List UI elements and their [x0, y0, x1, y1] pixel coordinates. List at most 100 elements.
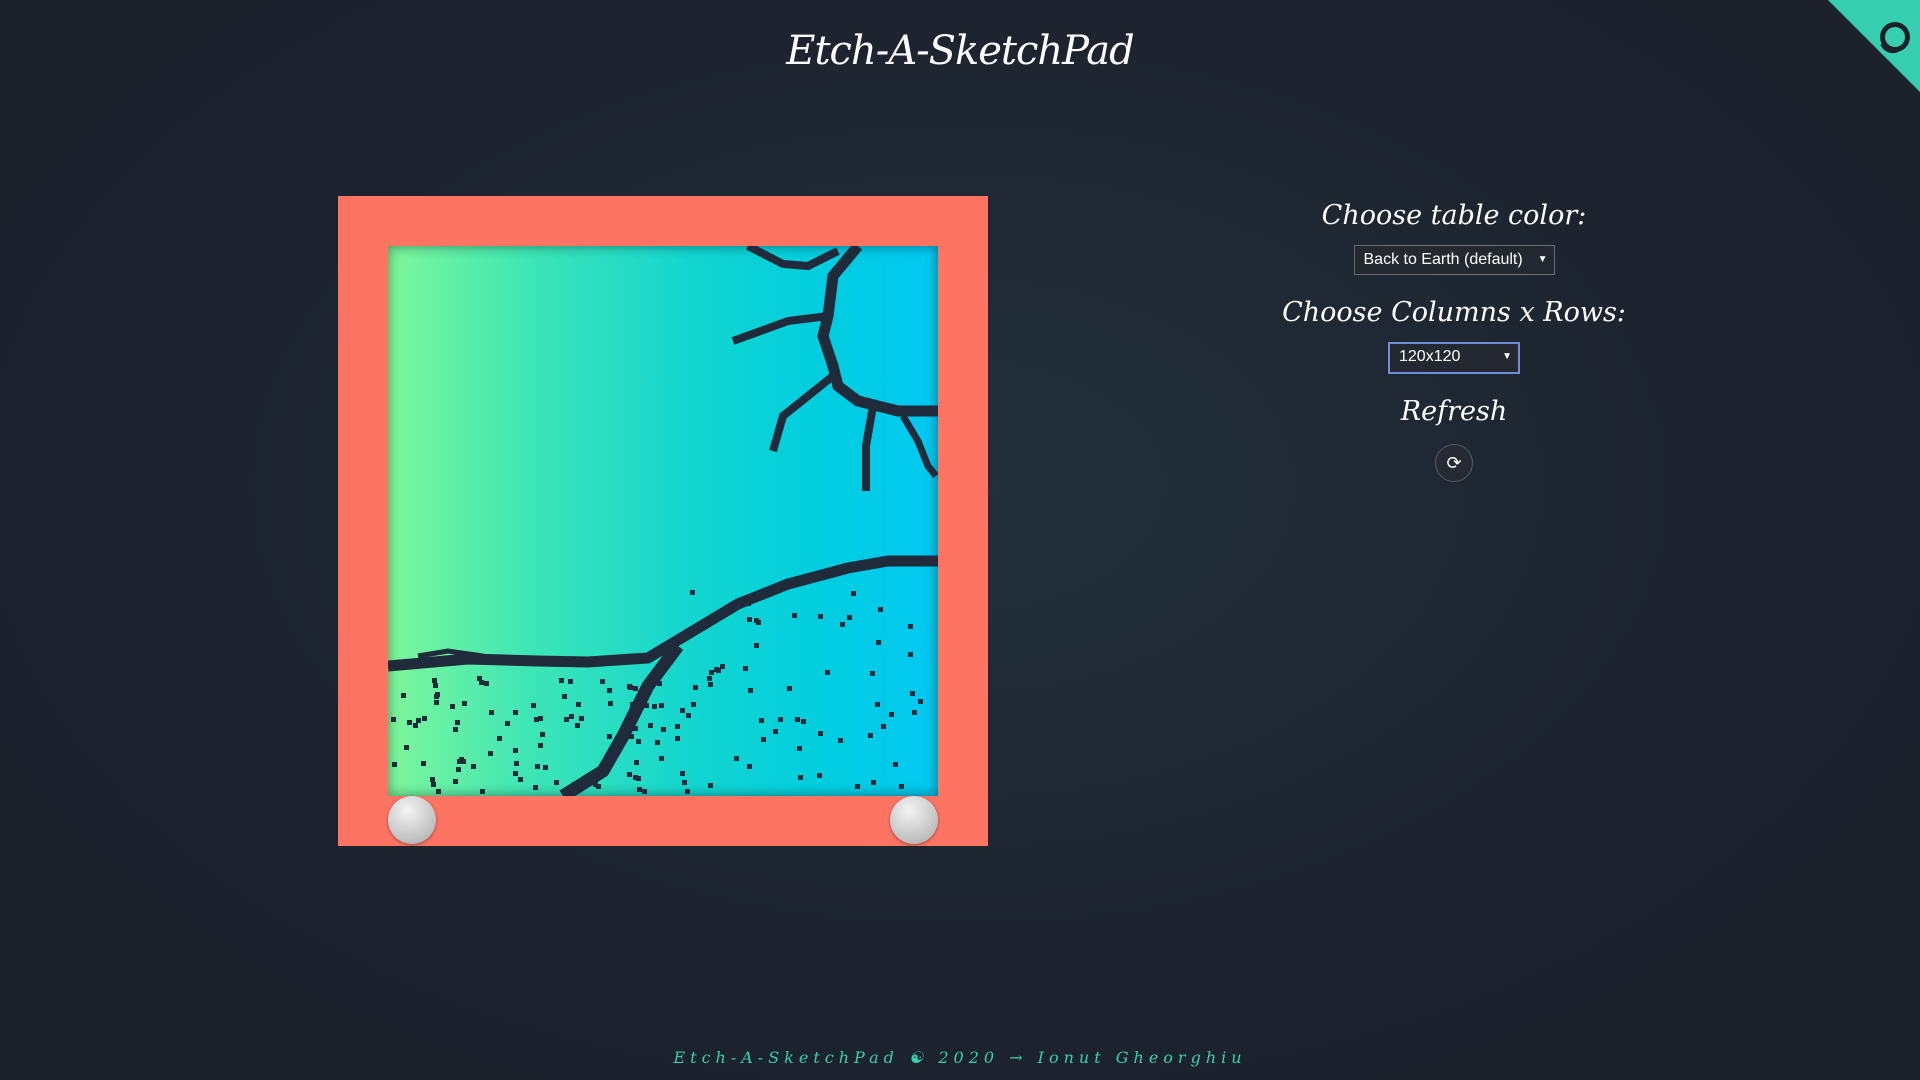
sketch-pixel — [432, 678, 437, 683]
sketch-pixel — [514, 761, 519, 766]
sketch-pixel — [918, 699, 923, 704]
sketch-pixel — [513, 748, 518, 753]
sketch-pixel — [564, 717, 569, 722]
sketch-drawing — [388, 246, 938, 796]
sketch-pixel — [747, 617, 752, 622]
sketch-pixel — [908, 652, 913, 657]
sketch-pixel — [627, 719, 632, 724]
sketch-pixel — [607, 734, 612, 739]
sketch-pixel — [756, 620, 761, 625]
sketch-pixel — [626, 733, 631, 738]
sketch-stroke — [769, 372, 836, 453]
sketch-pixel — [568, 679, 573, 684]
sketch-pixel — [431, 782, 436, 787]
sketch-pixel — [659, 756, 664, 761]
sketch-pixel — [870, 671, 875, 676]
sketch-pixel — [754, 643, 759, 648]
sketch-pixel — [407, 720, 412, 725]
sketch-pixel — [680, 771, 685, 776]
sketch-pixel — [720, 664, 725, 669]
sketch-pixel — [600, 679, 605, 684]
github-corner-link[interactable] — [1828, 0, 1920, 92]
etch-a-sketch-frame — [338, 196, 988, 846]
sketch-pixel — [505, 721, 510, 726]
sketch-pixel — [838, 738, 843, 743]
sketch-pixel — [657, 681, 662, 686]
grid-size-value: 120x120 — [1399, 348, 1461, 365]
sketch-pixel — [797, 746, 802, 751]
sketch-pixel — [575, 723, 580, 728]
sketch-pixel — [787, 686, 792, 691]
sketch-pixel — [422, 716, 427, 721]
grid-size-select[interactable]: 120x120 ▼ — [1388, 342, 1520, 374]
sketch-pixel — [450, 704, 455, 709]
sketch-pixel — [652, 704, 657, 709]
sketch-pixel — [659, 703, 664, 708]
sketch-pixel — [708, 783, 713, 788]
sketch-pixel — [434, 700, 439, 705]
drawing-canvas[interactable] — [388, 246, 938, 796]
sketch-stroke — [731, 312, 829, 345]
sketch-pixel — [484, 681, 489, 686]
sketch-pixel — [648, 723, 653, 728]
sketch-pixel — [569, 714, 574, 719]
sketch-pixel — [480, 789, 485, 794]
sketch-pixel — [893, 762, 898, 767]
table-color-select[interactable]: Back to Earth (default) ▼ — [1353, 245, 1555, 275]
sketch-pixel — [518, 777, 523, 782]
sketch-pixel — [709, 670, 714, 675]
sketch-pixel — [847, 615, 852, 620]
sketch-pixel — [513, 771, 518, 776]
sketch-stroke — [899, 414, 938, 479]
sketch-pixel — [579, 716, 584, 721]
sketch-pixel — [540, 732, 545, 737]
sketch-pixel — [690, 590, 695, 595]
sketch-pixel — [871, 780, 876, 785]
sketch-pixel — [593, 782, 598, 787]
sketch-pixel — [401, 693, 406, 698]
sketch-pixel — [773, 729, 778, 734]
sketch-pixel — [413, 723, 418, 728]
sketch-pixel — [633, 775, 638, 780]
page: Etch-A-SketchPad Choose table color: Bac… — [0, 0, 1920, 1080]
sketch-pixel — [513, 710, 518, 715]
sketch-pixel — [714, 667, 719, 672]
sketch-pixel — [630, 702, 635, 707]
sketch-pixel — [675, 736, 680, 741]
sketch-pixel — [818, 614, 823, 619]
sketch-pixel — [798, 775, 803, 780]
sketch-pixel — [634, 760, 639, 765]
sketch-stroke — [817, 246, 938, 417]
grid-size-label: Choose Columns x Rows: — [1282, 297, 1626, 328]
sketch-pixel — [421, 761, 426, 766]
right-knob[interactable] — [890, 796, 938, 844]
sketch-pixel — [728, 603, 733, 608]
sketch-pixel — [881, 724, 886, 729]
sketch-pixel — [868, 733, 873, 738]
sketch-pixel — [538, 716, 543, 721]
sketch-pixel — [435, 692, 440, 697]
sketch-pixel — [707, 676, 712, 681]
sketch-pixel — [633, 726, 638, 731]
refresh-label: Refresh — [1400, 396, 1508, 427]
sketch-pixel — [748, 688, 753, 693]
sketch-pixel — [644, 703, 649, 708]
sketch-pixel — [876, 640, 881, 645]
sketch-pixel — [554, 780, 559, 785]
sketch-pixel — [559, 678, 564, 683]
sketch-pixel — [459, 757, 464, 762]
sketch-pixel — [616, 739, 621, 744]
sketch-pixel — [818, 731, 823, 736]
sketch-pixel — [576, 702, 581, 707]
sketch-pixel — [912, 710, 917, 715]
refresh-button[interactable]: ⟳ — [1435, 444, 1473, 482]
left-knob[interactable] — [388, 796, 436, 844]
sketch-pixel — [608, 701, 613, 706]
sketch-pixel — [680, 708, 685, 713]
dropdown-arrow-icon: ▼ — [1537, 254, 1548, 265]
sketch-pixel — [404, 745, 409, 750]
sketch-pixel — [661, 727, 666, 732]
sketch-pixel — [607, 688, 612, 693]
sketch-pixel — [825, 670, 830, 675]
sketch-pixel — [489, 710, 494, 715]
